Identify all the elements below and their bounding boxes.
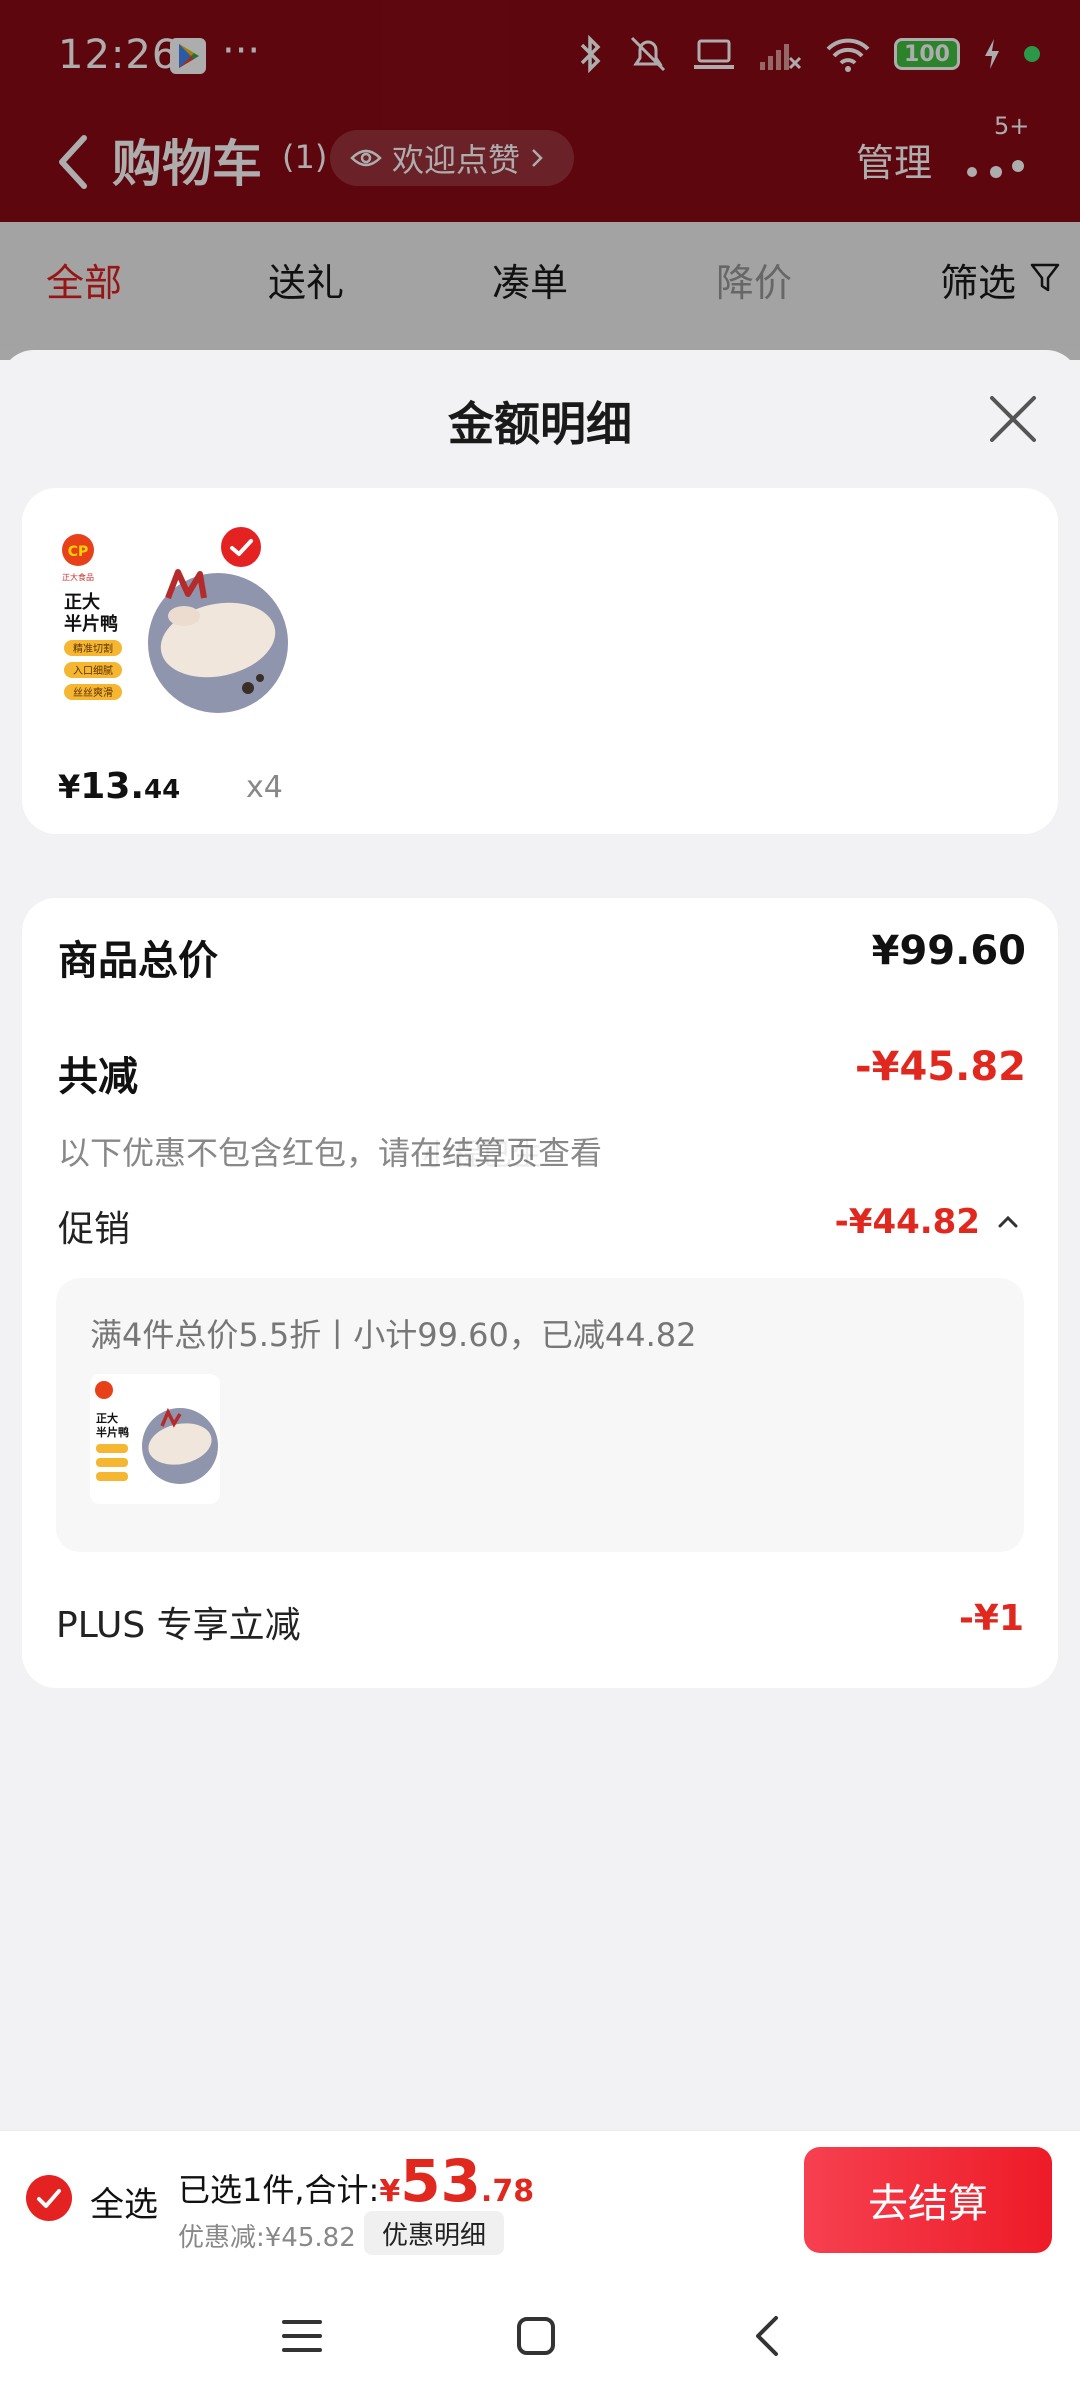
system-nav-bar xyxy=(0,2268,1080,2400)
watermark-text: 小程已生 xyxy=(422,1138,542,1173)
price-summary-card: 商品总价 ¥99.60 共减 -¥45.82 以下优惠不包含红包，请在结算页查看… xyxy=(22,898,1058,1688)
product-quantity: x4 xyxy=(246,770,283,805)
svg-text:入口细腻: 入口细腻 xyxy=(73,664,113,677)
promotion-value[interactable]: -¥44.82 xyxy=(835,1202,980,1242)
total-discount-value: -¥45.82 xyxy=(855,1044,1026,1090)
home-icon[interactable] xyxy=(514,2314,558,2358)
total-discount-label: 共减 xyxy=(58,1054,138,1100)
svg-text:半片鸭: 半片鸭 xyxy=(96,1425,129,1439)
promotion-label: 促销 xyxy=(58,1209,131,1250)
svg-text:CP: CP xyxy=(68,544,89,560)
svg-text:正大食品: 正大食品 xyxy=(62,572,94,582)
price-decimal: 44 xyxy=(144,775,181,805)
product-price: ¥13.44 xyxy=(58,766,180,807)
discount-summary: 优惠减:¥45.82 xyxy=(178,2223,356,2253)
discount-detail-button[interactable]: 优惠明细 xyxy=(364,2211,505,2255)
nav-back-icon[interactable] xyxy=(752,2312,782,2360)
select-all-label[interactable]: 全选 xyxy=(90,2177,158,2226)
modal-backdrop[interactable] xyxy=(0,0,1080,360)
product-image[interactable]: CP 正大食品 正大 半片鸭 精准切割 入口细腻 丝丝爽滑 xyxy=(58,528,298,728)
sheet-title: 金额明细 xyxy=(448,397,632,451)
total-price-label: 商品总价 xyxy=(58,938,218,984)
select-all-checkbox[interactable] xyxy=(26,2175,72,2221)
plus-discount-value: -¥1 xyxy=(958,1598,1024,1639)
total-decimal: .78 xyxy=(480,2174,535,2209)
checkout-button[interactable]: 去结算 xyxy=(804,2147,1052,2253)
close-icon[interactable] xyxy=(986,392,1040,446)
total-summary: 已选1件,合计: ¥53.78 xyxy=(178,2147,534,2215)
promotion-product-thumbnail: 正大 半片鸭 xyxy=(90,1374,220,1504)
checkout-bar: 全选 已选1件,合计: ¥53.78 优惠减:¥45.82 优惠明细 去结算 xyxy=(0,2130,1080,2268)
total-price-value: ¥99.60 xyxy=(871,928,1026,974)
svg-text:正大: 正大 xyxy=(96,1411,118,1425)
plus-discount-label: PLUS 专享立减 xyxy=(56,1605,301,1646)
promotion-detail-text: 满4件总价5.5折丨小计99.60，已减44.82 xyxy=(90,1316,697,1354)
svg-text:精准切割: 精准切割 xyxy=(73,642,113,655)
chevron-up-icon[interactable] xyxy=(994,1210,1022,1234)
total-integer: 53 xyxy=(400,2147,481,2215)
svg-text:丝丝爽滑: 丝丝爽滑 xyxy=(73,687,113,699)
selected-count-label: 已选1件,合计: xyxy=(178,2171,380,2209)
product-card: CP 正大食品 正大 半片鸭 精准切割 入口细腻 丝丝爽滑 ¥13.44 x4 xyxy=(22,488,1058,834)
svg-text:半片鸭: 半片鸭 xyxy=(64,613,118,635)
total-currency: ¥ xyxy=(379,2174,401,2209)
price-integer: 13. xyxy=(80,766,145,807)
promotion-detail-box: 满4件总价5.5折丨小计99.60，已减44.82 正大 半片鸭 xyxy=(56,1278,1024,1552)
price-currency: ¥ xyxy=(58,768,81,806)
svg-text:正大: 正大 xyxy=(64,591,100,613)
menu-icon[interactable] xyxy=(280,2316,324,2356)
selected-check-icon[interactable] xyxy=(218,524,264,570)
amount-detail-sheet: 金额明细 CP 正大食品 正大 半片鸭 精准切割 入口细腻 丝丝爽滑 ¥13.4… xyxy=(0,350,1080,2130)
